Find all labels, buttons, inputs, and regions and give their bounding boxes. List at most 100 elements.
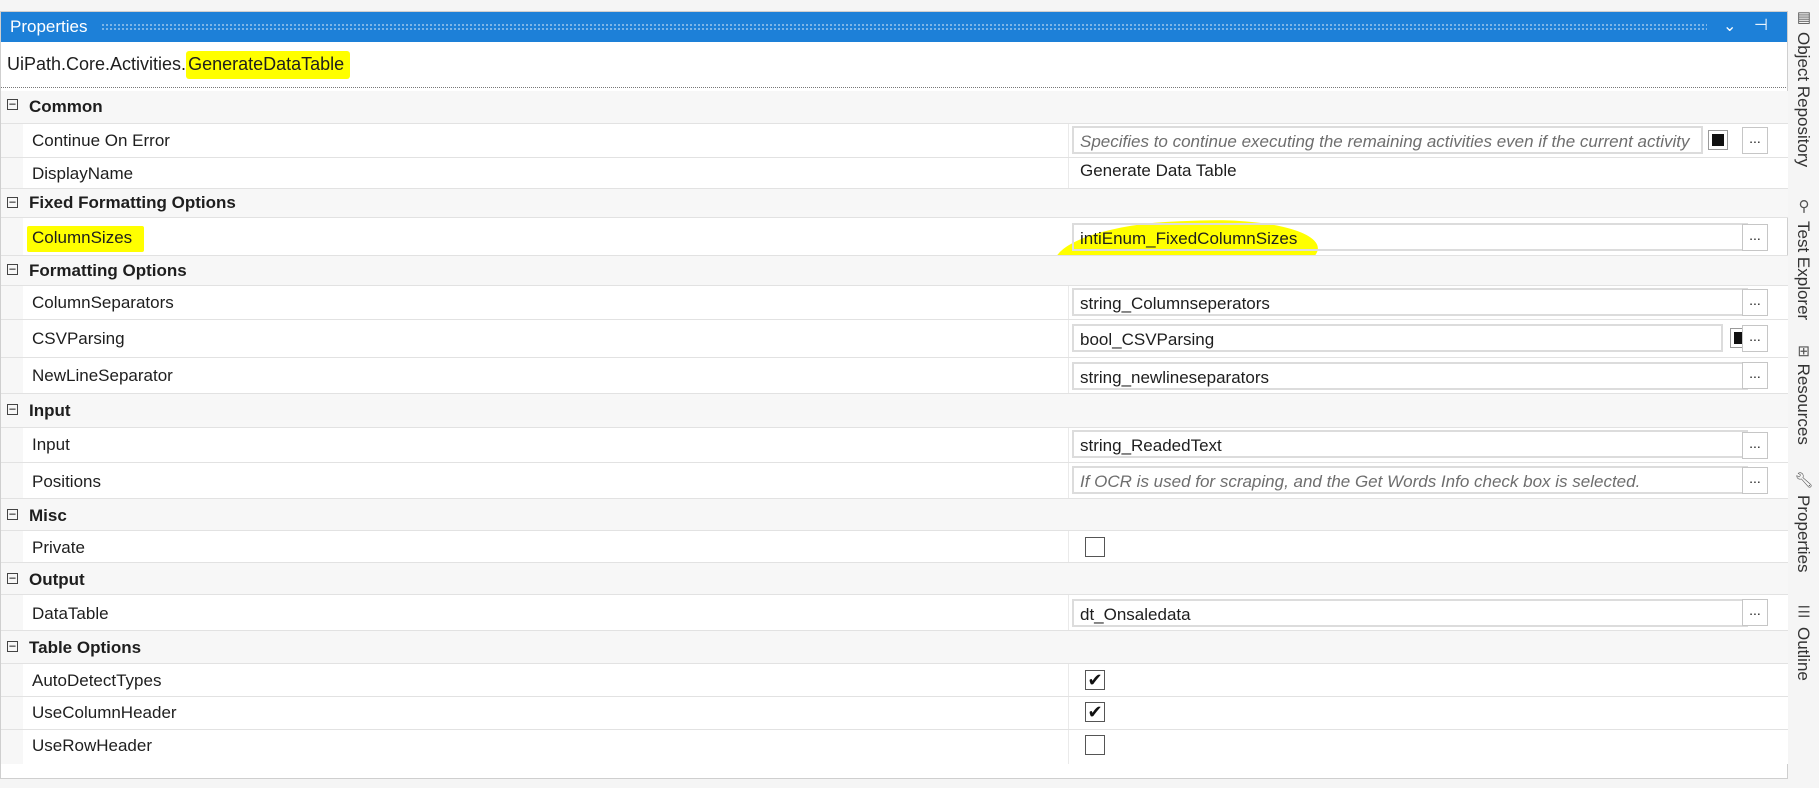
column-sizes-input[interactable]: intiEnum_FixedColumnSizes bbox=[1072, 223, 1748, 251]
sidebar-tab-label: Object Repository bbox=[1794, 32, 1813, 168]
ellipsis-button[interactable]: ... bbox=[1742, 325, 1768, 352]
data-table-input[interactable]: dt_Onsaledata bbox=[1072, 599, 1748, 627]
collapse-toggle-icon[interactable]: − bbox=[7, 196, 18, 208]
category-label: Misc bbox=[29, 506, 67, 525]
property-name: DataTable bbox=[32, 604, 109, 623]
dropdown-chevron-icon[interactable]: ⌄ bbox=[1723, 16, 1736, 36]
right-sidebar: ▤ Object Repository ⚲ Test Explorer ⊞ Resou… bbox=[1788, 0, 1819, 788]
category-fixed-formatting[interactable]: − Fixed Formatting Options bbox=[1, 189, 1789, 218]
column-divider bbox=[1068, 595, 1069, 630]
display-name-value[interactable]: Generate Data Table bbox=[1080, 161, 1237, 181]
ellipsis-button[interactable]: ... bbox=[1742, 362, 1768, 389]
ellipsis-button[interactable]: ... bbox=[1742, 289, 1768, 316]
property-display-name[interactable]: DisplayName Generate Data Table bbox=[1, 158, 1789, 189]
category-label: Formatting Options bbox=[29, 261, 187, 280]
property-name: NewLineSeparator bbox=[32, 366, 173, 385]
wrench-icon: 🔧︎ bbox=[1795, 470, 1812, 490]
sidebar-tab-resources[interactable]: ⊞ Resources bbox=[1793, 345, 1813, 445]
row-gutter bbox=[1, 697, 23, 729]
category-label: Table Options bbox=[29, 638, 142, 657]
private-checkbox[interactable] bbox=[1085, 537, 1105, 557]
outline-icon: ☰ bbox=[1795, 603, 1812, 621]
column-divider bbox=[1068, 320, 1069, 357]
input-input[interactable]: string_ReadedText bbox=[1072, 430, 1748, 458]
property-data-table[interactable]: DataTable dt_Onsaledata ... bbox=[1, 595, 1789, 631]
resources-icon: ⊞ bbox=[1795, 345, 1812, 358]
category-table-options[interactable]: − Table Options bbox=[1, 631, 1789, 664]
column-separators-input[interactable]: string_Columnseperators bbox=[1072, 288, 1748, 316]
property-name: Input bbox=[32, 435, 70, 454]
panel-titlebar[interactable]: Properties ⌄ ⊣ bbox=[1, 12, 1787, 42]
property-csv-parsing[interactable]: CSVParsing bool_CSVParsing ... bbox=[1, 320, 1789, 358]
continue-on-error-input[interactable]: Specifies to continue executing the rema… bbox=[1072, 126, 1703, 154]
ellipsis-button[interactable]: ... bbox=[1742, 599, 1768, 626]
property-name: UseColumnHeader bbox=[32, 703, 177, 722]
row-gutter bbox=[1, 428, 23, 462]
row-gutter bbox=[1, 595, 23, 630]
property-name: ColumnSizes bbox=[27, 226, 145, 252]
column-divider bbox=[1068, 463, 1069, 498]
sidebar-tab-properties[interactable]: 🔧︎ Properties bbox=[1793, 470, 1813, 573]
sidebar-tab-outline[interactable]: ☰ Outline bbox=[1793, 603, 1813, 681]
category-input[interactable]: − Input bbox=[1, 394, 1789, 428]
sidebar-tab-object-repository[interactable]: ▤ Object Repository bbox=[1793, 8, 1813, 167]
ellipsis-button[interactable]: ... bbox=[1742, 224, 1768, 251]
property-private[interactable]: Private bbox=[1, 531, 1789, 563]
row-gutter bbox=[1, 730, 23, 764]
pin-icon[interactable]: ⊣ bbox=[1754, 15, 1768, 35]
sidebar-tab-label: Properties bbox=[1794, 495, 1813, 573]
use-row-header-checkbox[interactable] bbox=[1085, 735, 1105, 755]
row-gutter bbox=[1, 320, 23, 357]
category-output[interactable]: − Output bbox=[1, 563, 1789, 595]
category-label: Common bbox=[29, 97, 103, 116]
activity-namespace: UiPath.Core.Activities. bbox=[7, 54, 187, 74]
column-divider bbox=[1068, 664, 1069, 696]
property-use-column-header[interactable]: UseColumnHeader ✔ bbox=[1, 697, 1789, 730]
positions-input[interactable]: If OCR is used for scraping, and the Get… bbox=[1072, 466, 1748, 494]
ellipsis-button[interactable]: ... bbox=[1742, 432, 1768, 459]
collapse-toggle-icon[interactable]: − bbox=[7, 98, 18, 110]
use-column-header-checkbox[interactable]: ✔ bbox=[1085, 702, 1105, 722]
property-auto-detect-types[interactable]: AutoDetectTypes ✔ bbox=[1, 664, 1789, 697]
object-repository-icon: ▤ bbox=[1795, 8, 1812, 26]
column-divider bbox=[1068, 730, 1069, 764]
focus-dotted-line bbox=[1, 87, 1786, 88]
property-name: ColumnSeparators bbox=[32, 293, 174, 312]
panel-title: Properties bbox=[10, 17, 88, 36]
properties-panel: Properties ⌄ ⊣ UiPath.Core.Activities. Ge… bbox=[0, 11, 1789, 779]
ellipsis-button[interactable]: ... bbox=[1742, 127, 1768, 154]
csv-parsing-input[interactable]: bool_CSVParsing bbox=[1072, 324, 1723, 352]
collapse-toggle-icon[interactable]: − bbox=[7, 403, 18, 415]
auto-detect-types-checkbox[interactable]: ✔ bbox=[1085, 670, 1105, 690]
category-misc[interactable]: − Misc bbox=[1, 499, 1789, 531]
row-gutter bbox=[1, 124, 23, 157]
property-use-row-header[interactable]: UseRowHeader bbox=[1, 730, 1789, 764]
row-gutter bbox=[1, 664, 23, 696]
column-divider bbox=[1068, 158, 1069, 188]
property-column-separators[interactable]: ColumnSeparators string_Columnseperators… bbox=[1, 286, 1789, 320]
property-name: DisplayName bbox=[32, 164, 134, 183]
property-name: CSVParsing bbox=[32, 329, 125, 348]
collapse-toggle-icon[interactable]: − bbox=[7, 640, 18, 652]
row-gutter bbox=[1, 158, 23, 188]
variable-toggle-button[interactable] bbox=[1708, 130, 1728, 150]
property-column-sizes[interactable]: ColumnSizes intiEnum_FixedColumnSizes ..… bbox=[1, 218, 1789, 256]
collapse-toggle-icon[interactable]: − bbox=[7, 508, 18, 520]
category-formatting[interactable]: − Formatting Options bbox=[1, 256, 1789, 286]
property-name: Continue On Error bbox=[32, 131, 170, 150]
property-continue-on-error[interactable]: Continue On Error Specifies to continue … bbox=[1, 124, 1789, 158]
collapse-toggle-icon[interactable]: − bbox=[7, 572, 18, 584]
sidebar-tab-test-explorer[interactable]: ⚲ Test Explorer bbox=[1793, 197, 1813, 320]
collapse-toggle-icon[interactable]: − bbox=[7, 263, 18, 275]
activity-type-line: UiPath.Core.Activities. GenerateDataTable bbox=[7, 51, 351, 79]
property-positions[interactable]: Positions If OCR is used for scraping, a… bbox=[1, 463, 1789, 499]
ellipsis-button[interactable]: ... bbox=[1742, 467, 1768, 494]
category-label: Fixed Formatting Options bbox=[29, 193, 236, 212]
column-divider bbox=[1068, 124, 1069, 157]
new-line-separator-input[interactable]: string_newlineseparators bbox=[1072, 362, 1748, 390]
property-input[interactable]: Input string_ReadedText ... bbox=[1, 428, 1789, 463]
category-common[interactable]: − Common bbox=[1, 91, 1789, 124]
column-divider bbox=[1068, 286, 1069, 319]
column-divider bbox=[1068, 358, 1069, 393]
property-new-line-separator[interactable]: NewLineSeparator string_newlineseparator… bbox=[1, 358, 1789, 394]
